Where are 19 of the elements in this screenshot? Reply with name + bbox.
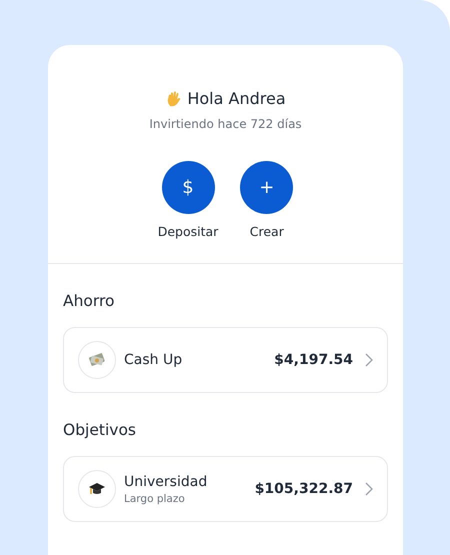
account-name: Cash Up (124, 352, 184, 368)
action-label: Crear (250, 224, 284, 239)
account-card[interactable]: Universidad Largo plazo $105,322.87 (63, 456, 388, 522)
account-name: Universidad (124, 474, 208, 490)
action-label: Depositar (158, 224, 218, 239)
account-detail: Largo plazo (124, 492, 186, 504)
account-amount: $4,197.54 (274, 352, 353, 368)
greeting: Hola Andrea (187, 89, 286, 108)
money-icon (88, 352, 106, 368)
action-button[interactable]: + (240, 161, 294, 214)
section-title: Ahorro (63, 292, 116, 310)
graduation-cap-icon (88, 481, 106, 497)
account-amount: $105,322.87 (254, 481, 353, 497)
chevron-icon (365, 353, 373, 367)
subtitle: Invirtiendo hace 722 días (149, 117, 302, 131)
action-button[interactable]: $ (162, 161, 214, 214)
account-card[interactable]: Cash Up $4,197.54 (63, 327, 388, 393)
section-title: Objetivos (63, 421, 137, 439)
chevron-icon (365, 482, 373, 496)
